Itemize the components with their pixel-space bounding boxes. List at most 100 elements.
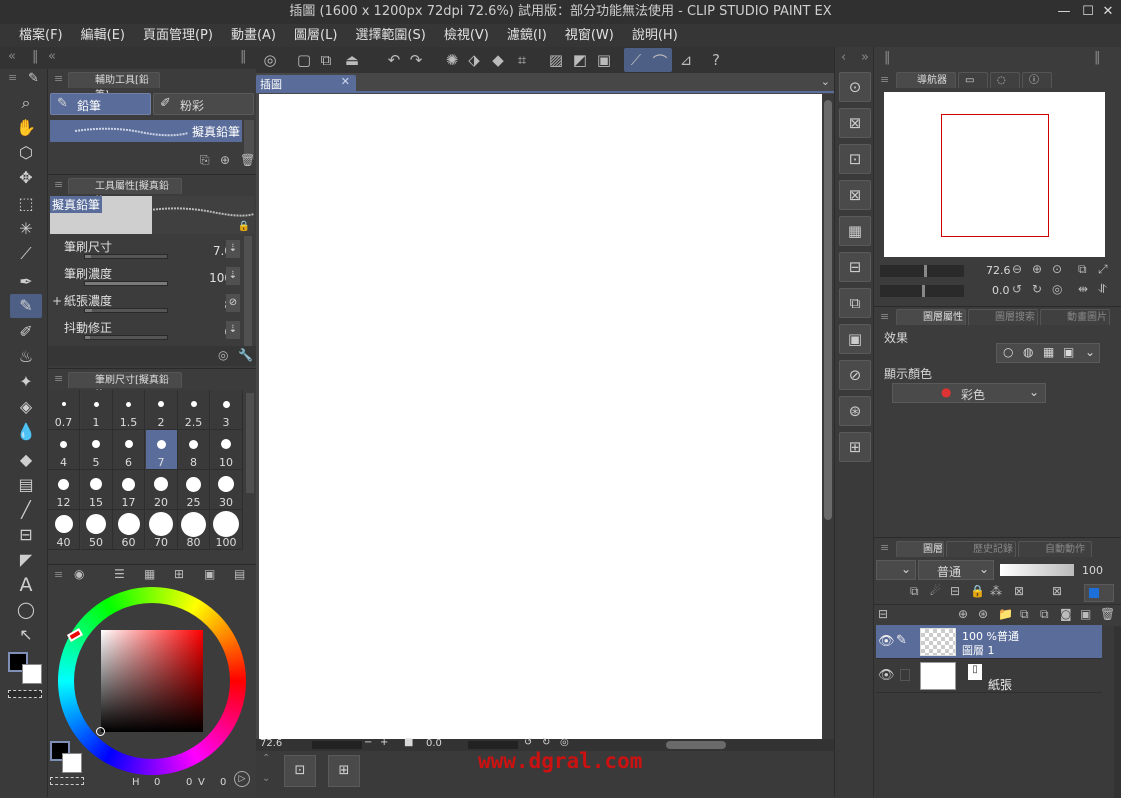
- prop-row-stabilization[interactable]: 抖動修正 6 ⇣: [48, 317, 256, 344]
- brush-tool-icon[interactable]: ✐: [10, 320, 42, 344]
- effect-buttons[interactable]: ○ ◍ ▦ ▣ ⌄: [996, 343, 1100, 363]
- figure-tool-icon[interactable]: ╱: [10, 498, 42, 522]
- rotation-value[interactable]: 0.0: [426, 738, 442, 749]
- command-button-1[interactable]: ⊙: [839, 72, 871, 102]
- layer-property-tab[interactable]: 圖層屬性: [896, 309, 966, 325]
- command-button-11[interactable]: ⊞: [839, 432, 871, 462]
- layer-color-icon[interactable]: ▣: [1063, 345, 1074, 359]
- brush-size-cell[interactable]: 2: [145, 390, 178, 430]
- brush-size-cell[interactable]: 70: [145, 510, 178, 550]
- fill-tool-icon[interactable]: ◆: [10, 448, 42, 472]
- subtool-tab-pencil[interactable]: ✎ 鉛筆: [50, 93, 151, 115]
- brush-size-cell[interactable]: 0.7: [48, 390, 80, 430]
- brush-size-cell[interactable]: 5: [80, 430, 113, 470]
- snap-ruler-icon[interactable]: ⟋: [626, 51, 646, 69]
- lock-layer-icon[interactable]: 🔒: [970, 584, 985, 598]
- horizontal-scroll-thumb[interactable]: [666, 741, 726, 749]
- menu-layer[interactable]: 圖層(L): [285, 24, 346, 47]
- minimize-button[interactable]: —: [1053, 0, 1075, 24]
- menu-icon[interactable]: ≡: [54, 372, 63, 385]
- navigator-rotation-slider[interactable]: [880, 285, 964, 297]
- zoom-out-icon[interactable]: −: [364, 737, 372, 748]
- command-button-7[interactable]: ⧉: [839, 288, 871, 318]
- page-list-button[interactable]: ⊡: [284, 755, 316, 787]
- brush-size-cell[interactable]: 40: [48, 510, 80, 550]
- menu-icon[interactable]: ≡: [880, 310, 889, 323]
- history-tab[interactable]: 歷史記錄: [946, 541, 1016, 557]
- transform-icon[interactable]: ⌗: [512, 51, 532, 69]
- color-wheel-tab-icon[interactable]: ◉: [74, 567, 84, 581]
- airbrush-tool-icon[interactable]: ♨: [10, 345, 42, 369]
- vertical-scrollbar[interactable]: [822, 94, 834, 739]
- settings-dial-icon[interactable]: ◎: [218, 348, 228, 362]
- sub-color-swatch-small[interactable]: [62, 753, 82, 773]
- clip-studio-icon[interactable]: ◎: [260, 51, 280, 69]
- close-button[interactable]: ✕: [1097, 0, 1119, 24]
- slider-handle[interactable]: [924, 265, 927, 277]
- navigator-rotation-value[interactable]: 0.0: [992, 284, 1010, 297]
- dropdown-icon[interactable]: ⇣: [226, 240, 240, 258]
- fit-window-icon[interactable]: ⧉: [1078, 262, 1087, 277]
- blend-tool-icon[interactable]: 💧: [10, 420, 42, 444]
- transfer-layer-icon[interactable]: ⧉: [1040, 607, 1049, 622]
- menu-window[interactable]: 視窗(W): [556, 24, 623, 47]
- rotate-left-icon[interactable]: ↺: [1012, 282, 1022, 296]
- sub-color-swatch[interactable]: [22, 664, 42, 684]
- brush-size-cell[interactable]: 4: [48, 430, 80, 470]
- brush-size-tab[interactable]: 筆刷尺寸[擬真鉛筆]: [68, 372, 182, 401]
- no-pressure-icon[interactable]: ⊘: [226, 294, 240, 312]
- brush-size-cell[interactable]: 10: [210, 430, 243, 470]
- brush-size-cell[interactable]: 17: [113, 470, 145, 510]
- wrench-icon[interactable]: 🔧: [238, 348, 253, 362]
- collapse-up-icon[interactable]: ⌃: [262, 753, 270, 764]
- clip-layer-icon[interactable]: ⧉: [910, 584, 919, 599]
- prop-slider[interactable]: [84, 335, 168, 340]
- new-vector-layer-icon[interactable]: ⊛: [978, 607, 988, 621]
- brush-size-cell[interactable]: 100: [210, 510, 243, 550]
- mask-icon[interactable]: ⊠: [1014, 584, 1024, 598]
- subtool-panel-tab[interactable]: 輔助工具[鉛筆]: [68, 72, 160, 101]
- decoration-tool-icon[interactable]: ✦: [10, 370, 42, 394]
- layer-row-layer1[interactable]: 👁 ✎ 100 %普通 圖層 1: [876, 625, 1102, 659]
- eyedropper-tool-icon[interactable]: ⟋: [10, 242, 42, 266]
- menu-icon[interactable]: ≡: [54, 72, 63, 85]
- frame-tool-icon[interactable]: ⊟: [10, 523, 42, 547]
- zoom-value[interactable]: 72.6: [260, 738, 282, 749]
- rotation-slider[interactable]: [468, 741, 518, 749]
- redo-icon[interactable]: ↷: [406, 51, 426, 69]
- flip-horizontal-icon[interactable]: ⇹: [1078, 282, 1088, 296]
- zoom-out-icon[interactable]: ⊖: [1012, 262, 1022, 276]
- border-effect-icon[interactable]: ○: [1003, 345, 1013, 359]
- gradient-tool-icon[interactable]: ▤: [10, 473, 42, 497]
- brush-size-cell[interactable]: 60: [113, 510, 145, 550]
- command-button-10[interactable]: ⊛: [839, 396, 871, 426]
- opacity-value[interactable]: 100: [1082, 564, 1103, 577]
- brush-size-cell[interactable]: 6: [113, 430, 145, 470]
- zoom-in-icon[interactable]: +: [380, 737, 388, 748]
- intermediate-color-tab-icon[interactable]: ⊞: [174, 567, 184, 581]
- command-button-5[interactable]: ▦: [839, 216, 871, 246]
- brush-size-cell[interactable]: 30: [210, 470, 243, 510]
- command-button-6[interactable]: ⊟: [839, 252, 871, 282]
- command-button-2[interactable]: ⊠: [839, 108, 871, 138]
- menu-icon[interactable]: ≡: [54, 568, 63, 581]
- open-file-icon[interactable]: ⧉: [316, 51, 336, 69]
- prop-slider[interactable]: [84, 308, 168, 313]
- fill-icon[interactable]: ◆: [488, 51, 508, 69]
- brush-size-cell[interactable]: 1.5: [113, 390, 145, 430]
- animation-cel-tab[interactable]: 動畫圖片: [1040, 309, 1110, 325]
- slider-handle[interactable]: [922, 285, 925, 297]
- brush-size-cell[interactable]: 12: [48, 470, 80, 510]
- command-button-4[interactable]: ⊠: [839, 180, 871, 210]
- new-file-icon[interactable]: ▢: [294, 51, 314, 69]
- reset-rotation-icon[interactable]: ◎: [1052, 282, 1062, 296]
- sv-picker-cursor[interactable]: [96, 727, 105, 736]
- dropdown-icon[interactable]: ⇣: [226, 267, 240, 285]
- menu-edit[interactable]: 編輯(E): [72, 24, 134, 47]
- reference-layer-icon[interactable]: ☄: [930, 584, 941, 598]
- expand-icon[interactable]: »: [861, 50, 869, 65]
- delete-subtool-icon[interactable]: 🗑: [240, 153, 255, 167]
- opacity-slider[interactable]: [1000, 564, 1074, 576]
- move-tool-icon[interactable]: ✥: [10, 166, 42, 190]
- dropdown-icon[interactable]: ⇣: [226, 321, 240, 339]
